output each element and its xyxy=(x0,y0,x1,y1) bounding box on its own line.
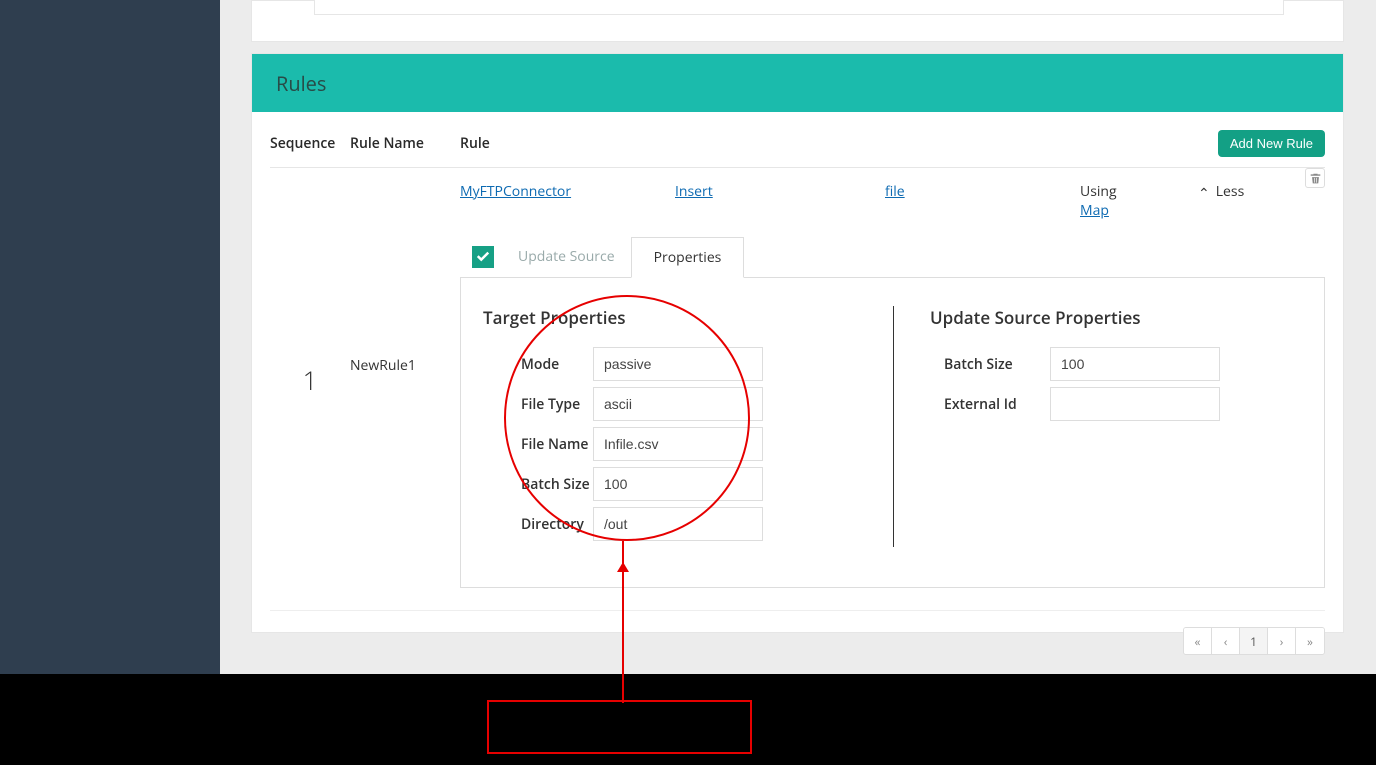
sidebar xyxy=(0,0,220,674)
chevron-up-icon xyxy=(1198,182,1210,201)
target-properties-title: Target Properties xyxy=(483,306,879,329)
rule-summary-row: MyFTPConnector Insert file Using Map Les… xyxy=(460,178,1325,236)
map-link[interactable]: Map xyxy=(1080,201,1109,220)
sequence-number: 1 xyxy=(270,362,350,398)
mode-input[interactable] xyxy=(593,347,763,381)
source-batchsize-label: Batch Size xyxy=(930,355,1050,374)
mode-label: Mode xyxy=(483,355,593,374)
pagination: « ‹ 1 › » xyxy=(270,610,1325,655)
tab-properties[interactable]: Properties xyxy=(631,237,745,278)
rule-row: 1 NewRule1 MyFTPConnector Insert file Us… xyxy=(270,168,1325,588)
connector-link[interactable]: MyFTPConnector xyxy=(460,182,571,201)
rule-tabs: Update Source Properties xyxy=(472,236,1325,277)
col-header-sequence: Sequence xyxy=(270,134,350,153)
filetype-label: File Type xyxy=(483,395,593,414)
pager-page-1[interactable]: 1 xyxy=(1240,628,1268,654)
rule-name-cell: NewRule1 xyxy=(350,178,460,588)
pager-last-button[interactable]: » xyxy=(1296,628,1324,654)
sequence-cell: 1 xyxy=(270,178,350,588)
col-header-rule: Rule xyxy=(460,134,1218,153)
target-batchsize-label: Batch Size xyxy=(483,475,593,494)
using-label: Using xyxy=(1080,182,1198,201)
update-source-checkbox[interactable] xyxy=(472,246,494,268)
pager-first-button[interactable]: « xyxy=(1184,628,1212,654)
annotation-callout-box xyxy=(487,700,752,754)
update-source-properties-column: Update Source Properties Batch Size Exte… xyxy=(893,306,1306,547)
pager-prev-button[interactable]: ‹ xyxy=(1212,628,1240,654)
check-icon xyxy=(476,250,490,264)
toggle-label: Less xyxy=(1216,182,1245,201)
externalid-input[interactable] xyxy=(1050,387,1220,421)
filetype-input[interactable] xyxy=(593,387,763,421)
rule-detail-cell: MyFTPConnector Insert file Using Map Les… xyxy=(460,178,1325,588)
col-header-rule-name: Rule Name xyxy=(350,134,460,153)
add-new-rule-button[interactable]: Add New Rule xyxy=(1218,130,1325,157)
rules-table-header: Sequence Rule Name Rule Add New Rule xyxy=(270,130,1325,168)
delete-rule-button[interactable] xyxy=(1305,168,1325,188)
trash-icon xyxy=(1310,173,1321,184)
pager-next-button[interactable]: › xyxy=(1268,628,1296,654)
tab-update-source[interactable]: Update Source xyxy=(502,237,631,276)
rules-panel: Rules Sequence Rule Name Rule Add New Ru… xyxy=(251,53,1344,633)
rule-name-text: NewRule1 xyxy=(350,356,460,375)
filename-label: File Name xyxy=(483,435,593,454)
externalid-label: External Id xyxy=(930,395,1050,414)
rules-panel-body: Sequence Rule Name Rule Add New Rule 1 N… xyxy=(252,112,1343,673)
target-batchsize-input[interactable] xyxy=(593,467,763,501)
update-source-properties-title: Update Source Properties xyxy=(930,306,1306,329)
rules-panel-header: Rules xyxy=(252,54,1343,112)
directory-label: Directory xyxy=(483,515,593,534)
action-link[interactable]: Insert xyxy=(675,182,713,201)
upper-card-inner xyxy=(314,0,1284,15)
properties-panel: Target Properties Mode File Type File Na… xyxy=(460,277,1325,588)
rules-panel-title: Rules xyxy=(276,70,326,97)
directory-input[interactable] xyxy=(593,507,763,541)
source-batchsize-input[interactable] xyxy=(1050,347,1220,381)
target-properties-column: Target Properties Mode File Type File Na… xyxy=(479,306,879,547)
filename-input[interactable] xyxy=(593,427,763,461)
target-link[interactable]: file xyxy=(885,182,905,201)
expand-toggle[interactable]: Less xyxy=(1198,182,1278,220)
